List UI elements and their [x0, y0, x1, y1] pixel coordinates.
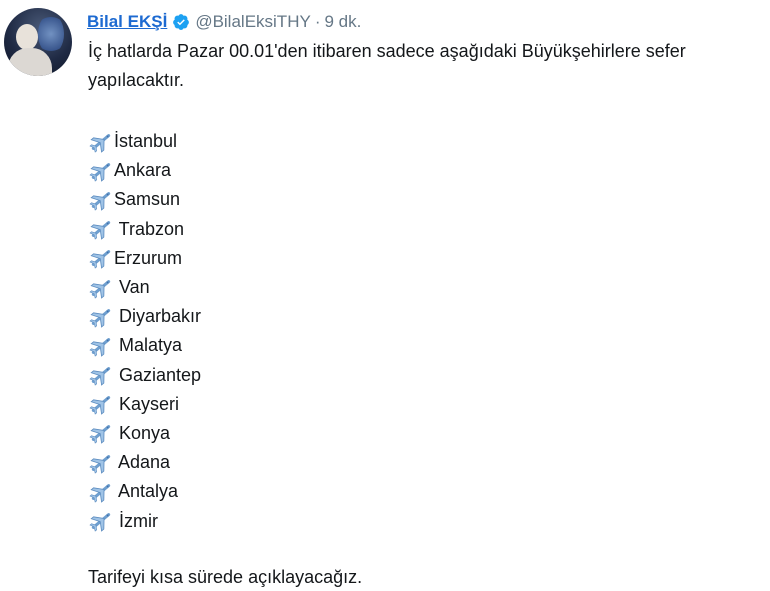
city-list-item: Malatya [88, 331, 201, 360]
airplane-icon [88, 422, 114, 445]
airplane-icon [88, 481, 114, 503]
airplane-icon [88, 393, 114, 416]
city-name: Adana [114, 452, 171, 473]
city-list-item: Konya [88, 419, 201, 448]
city-name: Trabzon [114, 218, 185, 239]
city-name: Antalya [114, 481, 179, 502]
airplane-icon [88, 160, 114, 182]
separator-dot: · [314, 12, 321, 31]
city-name: Diyarbakır [114, 306, 202, 327]
tweet-text-line-1: İç hatlarda Pazar 00.01'den itibaren sad… [88, 41, 686, 61]
city-name: Konya [114, 422, 171, 443]
city-list-item: İstanbul [88, 127, 201, 156]
verified-badge-icon [173, 14, 190, 30]
airplane-icon [88, 510, 114, 532]
city-name: Erzurum [114, 247, 183, 268]
city-list-item: Antalya [88, 477, 201, 506]
city-list-item: Erzurum [88, 244, 201, 273]
avatar-head [16, 24, 38, 50]
tweet-text-line-2: yapılacaktır. [88, 70, 185, 90]
city-list-item: Trabzon [88, 215, 201, 244]
author-name[interactable]: Bilal EKŞİ [87, 12, 167, 32]
airplane-icon [88, 131, 114, 153]
tweet-timestamp[interactable]: 9 dk. [324, 12, 361, 32]
avatar-body [8, 48, 52, 76]
city-name: Samsun [114, 189, 181, 210]
city-list-item: Gaziantep [88, 361, 201, 390]
city-name: Gaziantep [114, 364, 202, 385]
city-list-item: İzmir [88, 506, 201, 535]
city-list-item: Kayseri [88, 390, 201, 419]
tweet-header: Bilal EKŞİ @BilalEksiTHY · 9 dk. [87, 11, 361, 33]
city-name: İstanbul [114, 131, 178, 152]
city-name: Van [114, 277, 150, 298]
airplane-icon [88, 364, 114, 386]
city-list-item: Diyarbakır [88, 302, 201, 331]
airplane-icon [88, 218, 114, 240]
city-list-item: Samsun [88, 185, 201, 214]
airplane-icon [88, 247, 114, 270]
tweet-text-footer: Tarifeyi kısa sürede açıklayacağız. [88, 567, 363, 587]
airplane-icon [88, 452, 114, 474]
city-name: Ankara [114, 160, 172, 181]
city-name: Kayseri [114, 393, 180, 414]
author-handle[interactable]: @BilalEksiTHY [195, 12, 311, 32]
airplane-icon [88, 306, 114, 328]
airplane-icon [88, 189, 114, 211]
avatar[interactable] [4, 8, 72, 76]
city-list-item: Van [88, 273, 201, 302]
airplane-icon [88, 335, 114, 357]
city-list-item: Adana [88, 448, 201, 477]
avatar-globe-graphic [38, 14, 64, 54]
city-name: İzmir [114, 510, 158, 531]
city-list: İstanbul Ankara Samsun Trabzon Erzurum Van … [88, 127, 201, 536]
city-list-item: Ankara [88, 156, 201, 185]
city-name: Malatya [114, 335, 183, 356]
airplane-icon [88, 277, 114, 299]
